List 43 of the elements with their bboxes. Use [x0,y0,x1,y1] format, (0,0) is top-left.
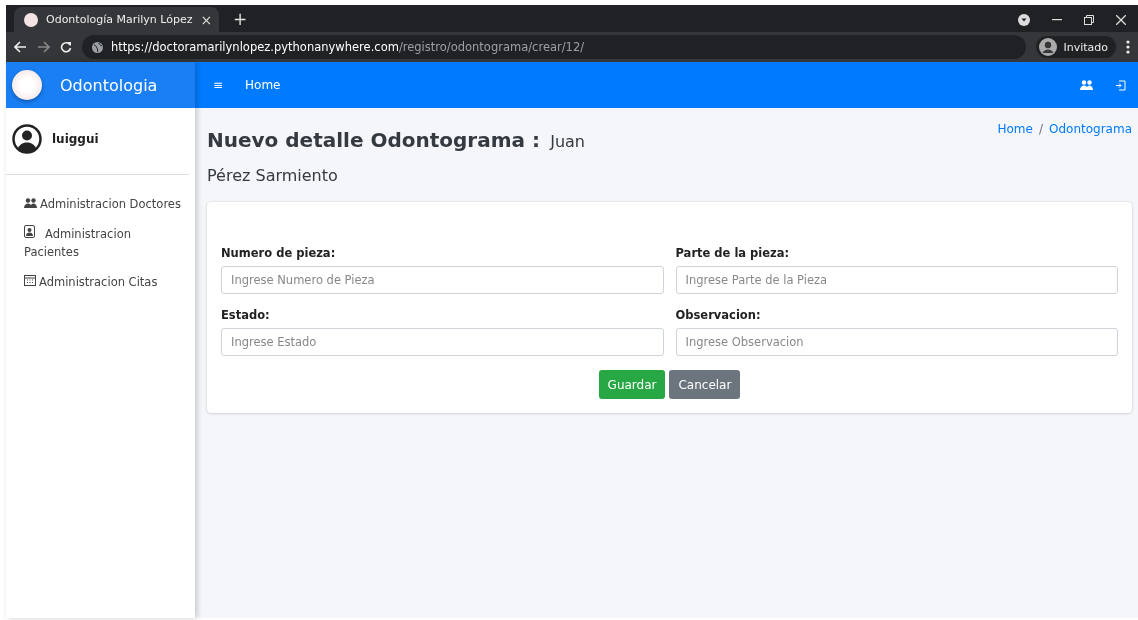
close-icon[interactable] [1116,14,1126,25]
browser-tab[interactable]: Odontología Marilyn López × [14,7,219,32]
more-icon[interactable] [1126,40,1130,54]
tab-close-button[interactable]: × [200,11,213,28]
users-icon [24,198,37,208]
avatar-icon [1039,38,1058,56]
home-link[interactable]: Home [245,78,281,92]
field-label: Estado: [221,308,271,322]
id-card-icon [24,225,35,238]
sidebar-item[interactable]: Administracion Citas [24,273,185,291]
cancel-button[interactable]: Cancelar [669,370,741,399]
users-icon[interactable] [1080,80,1093,90]
new-tab-button[interactable]: + [233,9,248,29]
logout-icon[interactable] [1115,79,1126,91]
reload-icon[interactable] [60,41,72,53]
logo-icon [12,70,42,100]
user-avatar-icon [12,124,42,154]
field-label: Parte de la pieza: [675,246,791,260]
calendar-icon [24,275,36,286]
user-name[interactable]: luiggui [52,132,99,146]
field-label: Observacion: [675,308,762,322]
address-bar[interactable]: https://doctoramarilynlopez.pythonanywhere.com/registro/odontograma/crear/12/ [82,35,1027,59]
field-label: Numero de pieza: [221,246,337,260]
input-field[interactable]: Ingrese Numero de Pieza [221,266,664,294]
input-field[interactable]: Ingrese Parte de la Pieza [675,266,1118,294]
tab-title: Odontología Marilyn López [46,13,193,26]
input-field[interactable]: Ingrese Observacion [675,328,1118,356]
breadcrumb-link[interactable]: Home [997,122,1033,136]
back-icon[interactable] [14,41,27,53]
minimize-icon[interactable] [1052,18,1062,21]
page-title: Nuevo detalle Odontograma : Juan Pérez Sarmiento [207,127,586,187]
tab-search-icon[interactable] [1018,13,1030,26]
menu-button[interactable]: ≡ [213,78,224,92]
restore-icon[interactable] [1084,14,1094,25]
profile-button[interactable]: Invitado [1036,36,1116,58]
input-field[interactable]: Ingrese Estado [221,328,664,356]
globe-icon [92,41,103,53]
favicon-icon [24,12,38,27]
breadcrumb-link[interactable]: Odontograma [1049,122,1132,136]
sidebar-item[interactable]: Administracion Pacientes [24,225,185,261]
breadcrumb-separator: / [1038,122,1043,136]
sidebar-item[interactable]: Administracion Doctores [24,195,185,213]
forward-icon[interactable] [37,41,50,53]
